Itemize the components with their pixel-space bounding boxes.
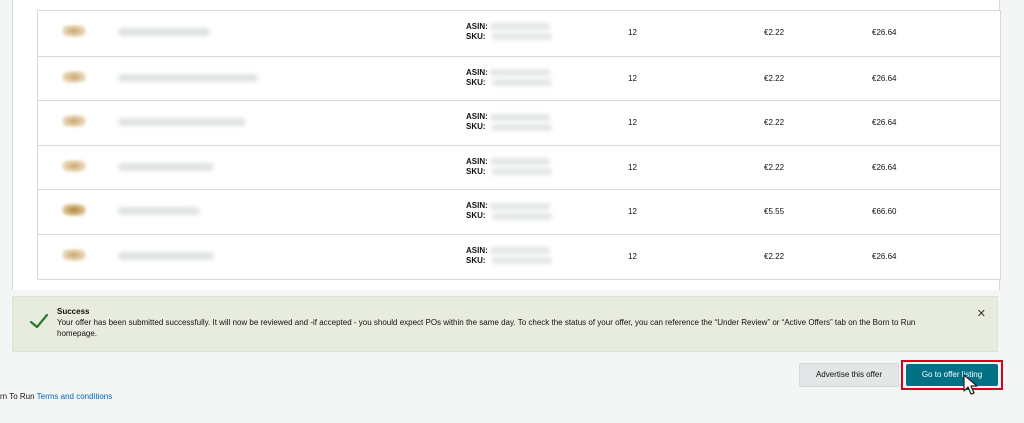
quantity-cell: 12	[628, 207, 637, 217]
alert-title: Success	[57, 307, 90, 316]
sku-value-redacted	[491, 257, 552, 265]
product-thumbnail	[62, 159, 86, 172]
sku-value-redacted	[491, 168, 552, 176]
total-price-cell: €26.64	[872, 118, 897, 128]
product-identifiers: ASIN: SKU:	[466, 112, 552, 132]
unit-price-cell: €5.55	[764, 207, 785, 217]
product-identifiers: ASIN: SKU:	[466, 246, 552, 266]
unit-price-cell: €2.22	[764, 28, 785, 37]
quantity-cell: 12	[628, 118, 637, 128]
asin-label: ASIN:	[466, 22, 488, 31]
sku-label: SKU:	[466, 32, 486, 41]
product-name-redacted	[118, 73, 258, 82]
quantity-cell: 12	[628, 162, 637, 172]
asin-value-redacted	[489, 202, 550, 210]
table-row: ASIN: SKU: 12 €2.22 €26.64	[38, 144, 1000, 189]
product-thumbnail	[62, 249, 86, 261]
product-name-redacted	[118, 28, 210, 36]
asin-value-redacted	[489, 247, 550, 255]
product-name-redacted	[118, 162, 214, 171]
asin-label: ASIN:	[466, 67, 488, 77]
mouse-pointer-icon	[963, 374, 978, 395]
sku-label: SKU:	[466, 166, 486, 176]
asin-label: ASIN:	[466, 156, 488, 166]
footer: rn To Run Terms and conditions	[0, 392, 112, 401]
total-price-cell: €26.64	[872, 252, 897, 261]
sku-label: SKU:	[466, 122, 486, 132]
asin-label: ASIN:	[466, 201, 488, 211]
product-name-redacted	[118, 118, 246, 127]
product-name-redacted	[118, 252, 214, 260]
offer-card: ASIN: SKU: 12 €2.22 €26.64 ASIN: SKU: 12…	[12, 0, 1001, 290]
footer-brand: rn To Run	[0, 392, 35, 401]
table-row: ASIN: SKU: 12 €2.22 €26.64	[38, 234, 1000, 278]
product-identifiers: ASIN: SKU:	[466, 68, 552, 88]
sku-value-redacted	[491, 212, 552, 220]
terms-and-conditions-link[interactable]: Terms and conditions	[37, 392, 113, 401]
sku-label: SKU:	[466, 211, 486, 221]
asin-label: ASIN:	[466, 112, 488, 122]
success-alert: Success Your offer has been submitted su…	[12, 296, 998, 352]
product-thumbnail	[62, 115, 86, 128]
table-row: ASIN: SKU: 12 €5.55 €66.60	[38, 189, 1000, 233]
advertise-offer-button[interactable]: Advertise this offer	[799, 363, 899, 387]
product-identifiers: ASIN: SKU:	[466, 157, 552, 177]
unit-price-cell: €2.22	[764, 118, 785, 128]
unit-price-cell: €2.22	[764, 73, 785, 83]
asin-label: ASIN:	[466, 246, 488, 255]
product-name-redacted	[118, 207, 200, 216]
product-identifiers: ASIN: SKU:	[466, 201, 552, 221]
asin-value-redacted	[489, 158, 550, 166]
total-price-cell: €26.64	[872, 28, 897, 37]
product-thumbnail	[62, 204, 86, 217]
product-thumbnail	[62, 25, 86, 37]
asin-value-redacted	[489, 23, 550, 31]
check-icon	[29, 313, 49, 329]
sku-value-redacted	[491, 123, 552, 131]
table-row: ASIN: SKU: 12 €2.22 €26.64	[38, 100, 1000, 144]
unit-price-cell: €2.22	[764, 252, 785, 261]
offer-items-table: ASIN: SKU: 12 €2.22 €26.64 ASIN: SKU: 12…	[37, 10, 1001, 280]
total-price-cell: €26.64	[872, 162, 897, 172]
quantity-cell: 12	[628, 73, 637, 83]
sku-label: SKU:	[466, 77, 486, 87]
product-thumbnail	[62, 70, 86, 83]
quantity-cell: 12	[628, 252, 637, 261]
table-row: ASIN: SKU: 12 €2.22 €26.64	[38, 11, 1000, 55]
alert-message: Your offer has been submitted successful…	[57, 318, 916, 338]
asin-value-redacted	[489, 68, 550, 76]
close-icon[interactable]: ✕	[977, 307, 986, 320]
total-price-cell: €26.64	[872, 73, 897, 83]
product-identifiers: ASIN: SKU:	[466, 22, 552, 42]
total-price-cell: €66.60	[872, 207, 897, 217]
sku-value-redacted	[491, 78, 552, 86]
unit-price-cell: €2.22	[764, 162, 785, 172]
table-row: ASIN: SKU: 12 €2.22 €26.64	[38, 55, 1000, 100]
sku-label: SKU:	[466, 256, 486, 265]
asin-value-redacted	[489, 113, 550, 121]
go-to-offer-listing-button[interactable]: Go to offer listing	[906, 364, 998, 386]
sku-value-redacted	[491, 33, 552, 41]
quantity-cell: 12	[628, 28, 637, 37]
